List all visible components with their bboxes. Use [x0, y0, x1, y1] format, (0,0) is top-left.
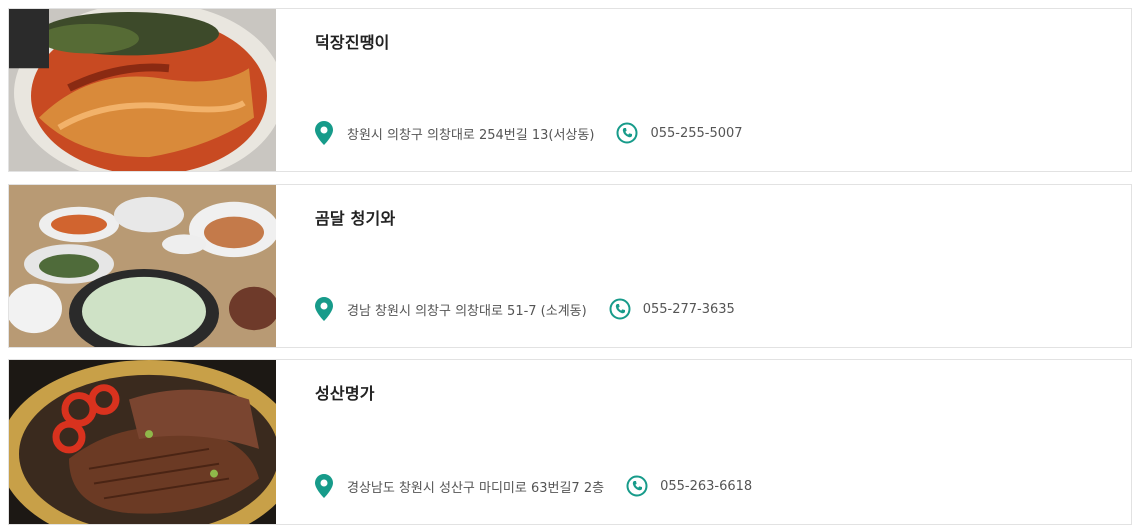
restaurant-phone[interactable]: 055-263-6618 [660, 479, 752, 494]
restaurant-phone[interactable]: 055-255-5007 [650, 126, 742, 141]
location-pin-icon [315, 474, 333, 498]
restaurant-name[interactable]: 곰달 청기와 [315, 205, 395, 229]
restaurant-info: 경상남도 창원시 성산구 마디미로 63번길7 2층 055-263-6618 [315, 474, 752, 498]
restaurant-phone[interactable]: 055-277-3635 [643, 302, 735, 317]
phone-icon [609, 298, 631, 320]
soup-set-photo[interactable] [9, 185, 276, 347]
restaurant-address: 창원시 의창구 의창대로 254번길 13(서상동) [347, 127, 595, 143]
location-pin-icon [315, 297, 333, 321]
restaurant-card[interactable]: 성산명가 경상남도 창원시 성산구 마디미로 63번길7 2층 055-263-… [8, 359, 1132, 525]
location-pin-icon [315, 121, 333, 145]
restaurant-address: 경상남도 창원시 성산구 마디미로 63번길7 2층 [347, 480, 605, 496]
restaurant-info: 창원시 의창구 의창대로 254번길 13(서상동) 055-255-5007 [315, 121, 743, 145]
restaurant-address: 경남 창원시 의창구 의창대로 51-7 (소계동) [347, 303, 587, 319]
braised-fish-photo[interactable] [9, 9, 276, 171]
phone-icon [626, 475, 648, 497]
restaurant-info: 경남 창원시 의창구 의창대로 51-7 (소계동) 055-277-3635 [315, 297, 735, 321]
restaurant-name[interactable]: 덕장진땡이 [315, 29, 390, 53]
restaurant-card[interactable]: 곰달 청기와 경남 창원시 의창구 의창대로 51-7 (소계동) 055-27… [8, 184, 1132, 348]
restaurant-card[interactable]: 덕장진땡이 창원시 의창구 의창대로 254번길 13(서상동) 055-255… [8, 8, 1132, 172]
grilled-beef-photo[interactable] [9, 360, 276, 524]
restaurant-name[interactable]: 성산명가 [315, 380, 375, 404]
phone-icon [616, 122, 638, 144]
